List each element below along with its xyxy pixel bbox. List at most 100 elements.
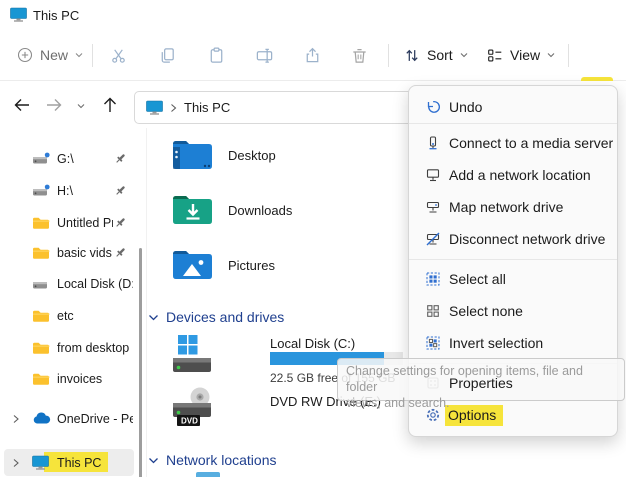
file-label: Pictures [228,258,275,273]
file-label: Desktop [228,148,276,163]
back-button[interactable] [12,97,32,113]
section-chevron-icon [148,313,159,322]
media-server-icon [425,135,441,151]
recent-locations-button[interactable] [76,102,86,110]
sidebar-item-basic-vids[interactable]: basic vids [0,239,134,266]
pin-icon [114,216,127,229]
scissors-icon [109,46,128,65]
this-pc-monitor-icon [10,7,27,23]
sidebar-item-label: etc [57,309,133,323]
view-button[interactable]: View [486,30,556,80]
section-devices-and-drives[interactable]: Devices and drives [148,309,284,325]
menu-item-label: Add a network location [449,167,591,183]
chevron-down-icon [459,51,469,59]
drive-icon [32,277,50,291]
sidebar-scrollbar[interactable] [139,248,142,477]
delete-button[interactable] [350,30,369,80]
menu-item-select-none[interactable]: Select none [409,295,617,327]
onedrive-cloud-icon [32,412,51,425]
folder-icon [32,309,50,323]
monitor-icon [425,167,441,183]
section-network-locations[interactable]: Network locations [148,452,277,468]
sidebar-item-invoices[interactable]: invoices [0,365,134,392]
menu-item-add-network-location[interactable]: Add a network location [409,159,617,191]
network-drive-icon [425,199,441,215]
folder-icon [32,372,50,386]
sort-button[interactable]: Sort [403,30,469,80]
window-title: This PC [33,8,79,23]
file-desktop[interactable]: Desktop [172,138,276,172]
paste-button[interactable] [207,30,226,80]
folder-icon [32,246,50,260]
new-button[interactable]: New [16,30,84,80]
new-label: New [40,47,68,63]
paste-icon [207,46,226,65]
menu-item-invert-selection[interactable]: Invert selection [409,327,617,359]
sidebar-item-from-desktop-0[interactable]: from desktop 0 [0,334,134,361]
menu-separator [409,259,617,260]
select-all-icon [425,271,441,287]
menu-item-label: Select none [449,303,523,319]
menu-item-disconnect-network-drive[interactable]: Disconnect network drive [409,223,617,255]
file-pictures[interactable]: Pictures [172,248,275,282]
toolbar-separator [388,44,389,67]
breadcrumb-item[interactable]: This PC [184,100,230,115]
copy-button[interactable] [158,30,177,80]
network-drive-icon [32,152,50,166]
file-downloads[interactable]: Downloads [172,193,292,227]
breadcrumb-monitor-icon [146,100,163,116]
drive-name[interactable]: Local Disk (C:) [270,336,355,351]
section-title: Devices and drives [166,309,284,325]
section-chevron-icon [148,456,159,465]
menu-item-undo[interactable]: Undo [409,91,617,123]
sidebar-item-local-disk-d[interactable]: Local Disk (D:) [0,270,134,297]
sidebar-item-label: from desktop 0 [57,341,133,355]
menu-item-label: Properties [449,375,513,391]
menu-item-label: Map network drive [449,199,563,215]
menu-item-select-all[interactable]: Select all [409,263,617,295]
window-titlebar: This PC [0,0,626,30]
folder-icon [32,341,50,355]
sort-label: Sort [427,47,453,63]
plus-circle-icon [16,46,34,64]
toolbar: New [0,30,626,81]
share-icon [303,46,322,65]
chevron-down-icon [74,51,84,59]
local-disk-icon [172,334,212,376]
sidebar-item-label: Untitled Proj [57,216,113,230]
toolbar-separator [568,44,569,67]
menu-item-map-network-drive[interactable]: Map network drive [409,191,617,223]
drive-local-disk-c[interactable] [172,334,212,376]
menu-item-connect-media-server[interactable]: Connect to a media server [409,127,617,159]
sidebar-item-label: OneDrive - Personal [57,412,133,426]
sidebar-item-onedrive[interactable]: OneDrive - Personal [0,405,134,432]
menu-item-label: Disconnect network drive [449,231,605,247]
network-drive-icon [32,184,50,198]
menu-item-label: Select all [449,271,506,287]
up-button[interactable] [100,96,120,114]
sidebar-item-untitled-proj[interactable]: Untitled Proj [0,209,134,236]
share-button[interactable] [303,30,322,80]
sidebar-item-g-drive[interactable]: G:\ [0,145,134,172]
network-drive-disconnect-icon [425,231,441,247]
expander-chevron-icon[interactable] [12,458,20,468]
chevron-down-icon [546,51,556,59]
trash-icon [350,46,369,65]
pin-icon [114,184,127,197]
expander-chevron-icon[interactable] [12,414,20,424]
cut-button[interactable] [109,30,128,80]
file-label: Downloads [228,203,292,218]
drive-dvd-rw-e[interactable]: DVD [172,386,214,428]
sidebar-item-this-pc[interactable]: This PC [0,449,134,476]
rename-button[interactable] [255,30,274,80]
forward-button[interactable] [44,97,64,113]
undo-icon [425,99,441,115]
sidebar-item-label: Local Disk (D:) [57,277,133,291]
sidebar-item-h-drive[interactable]: H:\ [0,177,134,204]
pin-icon [114,246,127,259]
sidebar-item-etc[interactable]: etc [0,302,134,329]
menu-item-label: Undo [449,99,482,115]
rename-icon [255,46,274,65]
invert-selection-icon [425,335,441,351]
sort-icon [403,46,421,65]
